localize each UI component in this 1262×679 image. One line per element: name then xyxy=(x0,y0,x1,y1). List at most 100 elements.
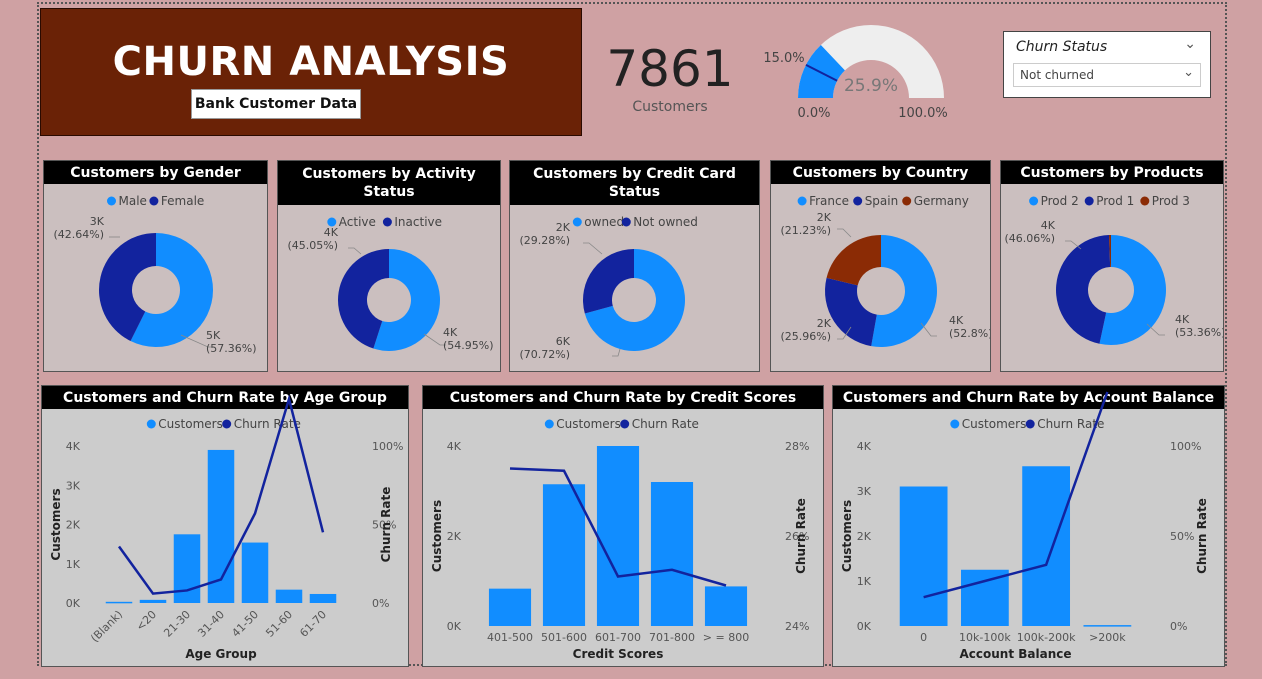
bar xyxy=(105,601,133,604)
bar xyxy=(241,542,269,603)
combo-chart: Customers Churn Rate0K2K4K24%26%28%Custom… xyxy=(430,417,809,661)
x-tick-label: 31-40 xyxy=(195,608,227,640)
data-label: 3K(42.64%) xyxy=(53,215,120,241)
combo-chart-panel[interactable]: Customers and Churn Rate by Account Bala… xyxy=(832,385,1225,667)
combo-chart-panel[interactable]: Customers and Churn Rate by Age Group Cus… xyxy=(41,385,409,667)
legend-marker xyxy=(902,196,912,206)
slice-value-label: 4K xyxy=(949,314,964,327)
legend-marker xyxy=(1025,419,1035,429)
legend-label: Churn Rate xyxy=(632,417,699,431)
legend-item: Inactive xyxy=(382,215,442,229)
slice-value-label: 2K xyxy=(817,211,832,224)
donut-chart-panel[interactable]: Customers by Country France Spain Germany 4K… xyxy=(770,160,991,372)
slice-value-label: 5K xyxy=(206,329,221,342)
bar xyxy=(275,589,303,603)
data-label: 4K(46.06%) xyxy=(1004,219,1082,250)
slicer-dropdown[interactable]: Not churned ⌄ xyxy=(1013,63,1201,87)
y-tick-label: 2K xyxy=(857,530,872,543)
x-tick-label: (Blank) xyxy=(88,608,125,645)
y-tick-label: 2K xyxy=(447,530,462,543)
legend-label: Female xyxy=(161,194,204,208)
slice-percent-label: (54.95%) xyxy=(443,339,494,352)
legend-label: France xyxy=(809,194,849,208)
slice-value-label: 3K xyxy=(90,215,105,228)
x-tick-label: 701-800 xyxy=(649,631,695,644)
legend-marker xyxy=(544,419,554,429)
y2-tick-label: 0% xyxy=(372,597,389,610)
legend-item: Customers xyxy=(146,417,223,431)
combo-chart-panel[interactable]: Customers and Churn Rate by Credit Score… xyxy=(422,385,824,667)
slice-percent-label: (46.06%) xyxy=(1004,232,1055,245)
gauge-value-label: 25.9% xyxy=(844,76,898,96)
y-tick-label: 1K xyxy=(857,575,872,588)
slice-value-label: 4K xyxy=(1175,313,1190,326)
legend-marker xyxy=(1140,196,1150,206)
legend-marker xyxy=(620,419,630,429)
legend-label: Customers xyxy=(962,417,1027,431)
donut-chart-panel[interactable]: Customers by Gender Male Female 5K (57.36%) 3… xyxy=(43,160,268,372)
donut-slice xyxy=(583,249,634,314)
gauge-max-label: 100.0% xyxy=(898,106,948,121)
slicer-title: Churn Status xyxy=(1016,39,1108,55)
donut-chart: Prod 2 Prod 1 Prod 34K(53.36%)4K(46.06%) xyxy=(1004,194,1223,345)
leader-line xyxy=(583,242,603,255)
y-tick-label: 4K xyxy=(66,440,81,453)
legend-label: Inactive xyxy=(394,215,442,229)
x-tick-label: 100k-200k xyxy=(1017,631,1076,644)
legend-marker xyxy=(222,419,232,429)
legend-item: Customers xyxy=(950,417,1026,431)
slice-percent-label: (70.72%) xyxy=(519,348,570,361)
y-tick-label: 1K xyxy=(66,558,81,571)
bar xyxy=(960,569,1009,626)
chevron-down-icon[interactable]: ⌄ xyxy=(1183,65,1194,80)
slice-percent-label: (53.36%) xyxy=(1175,326,1223,339)
legend-item: Germany xyxy=(902,194,969,208)
churn-status-slicer[interactable]: Churn Status ⌄ Not churned ⌄ xyxy=(1003,31,1211,98)
slicer-selected-value: Not churned xyxy=(1020,68,1094,82)
donut-slice xyxy=(825,277,877,347)
legend-item: Customers xyxy=(544,417,621,431)
legend-item: owned xyxy=(572,215,624,229)
slice-percent-label: (57.36%) xyxy=(206,342,257,355)
slice-percent-label: (29.28%) xyxy=(519,234,570,247)
slice-value-label: 2K xyxy=(556,221,571,234)
donut-chart-panel[interactable]: Customers by Credit Card Status owned Not … xyxy=(509,160,760,372)
slice-percent-label: (25.96%) xyxy=(780,330,831,343)
legend-marker xyxy=(1084,196,1094,206)
x-axis-title: Age Group xyxy=(185,647,257,661)
legend-marker xyxy=(621,217,631,227)
chevron-down-icon[interactable]: ⌄ xyxy=(1184,36,1196,52)
donut-chart-panel[interactable]: Customers by Products Prod 2 Prod 1 Prod 34… xyxy=(1000,160,1224,372)
donut-chart: Male Female 5K(57.36%) 3K(42.64%) xyxy=(53,194,257,355)
donut-slice xyxy=(1056,235,1111,344)
donut-chart-panel[interactable]: Customers by Activity Status Active Inacti… xyxy=(277,160,501,372)
slice-value-label: 2K xyxy=(817,317,832,330)
combo-chart: Customers Churn Rate0K1K2K3K4K0%50%100%Cu… xyxy=(49,394,403,661)
x-tick-label: <20 xyxy=(134,608,160,634)
legend-item: Male xyxy=(107,194,147,208)
x-tick-label: > = 800 xyxy=(703,631,749,644)
y-tick-label: 4K xyxy=(857,440,872,453)
slice-percent-label: (45.05%) xyxy=(287,239,338,252)
donut-slice xyxy=(826,235,881,286)
y2-axis-title: Churn Rate xyxy=(1195,498,1209,574)
leader-line xyxy=(612,348,621,357)
y-tick-label: 2K xyxy=(66,519,81,532)
customer-count-value: 7861 xyxy=(606,40,734,98)
legend-marker xyxy=(107,196,116,206)
x-tick-label: 0 xyxy=(920,631,927,644)
y2-tick-label: 50% xyxy=(1170,530,1194,543)
y2-tick-label: 24% xyxy=(785,620,809,633)
x-tick-label: 41-50 xyxy=(229,608,261,640)
donut-chart: owned Not owned 6K(70.72%) 2K(29.28%) xyxy=(519,215,697,361)
combo-chart: Customers Churn Rate0K1K2K3K4K0%50%100%Cu… xyxy=(840,391,1209,661)
data-label: 4K(54.95%) xyxy=(423,326,494,352)
bar xyxy=(704,586,748,626)
churn-rate-gauge: 25.9% 15.0% 0.0% 100.0% xyxy=(763,25,948,121)
legend-label: Active xyxy=(339,215,376,229)
report-subtitle-button[interactable]: Bank Customer Data xyxy=(191,89,361,119)
donut-chart: Active Inactive4K(54.95%)4K(45.05%) xyxy=(287,215,494,352)
bar xyxy=(650,482,694,626)
customer-count-label: Customers xyxy=(632,99,708,115)
leader-line xyxy=(837,228,852,238)
